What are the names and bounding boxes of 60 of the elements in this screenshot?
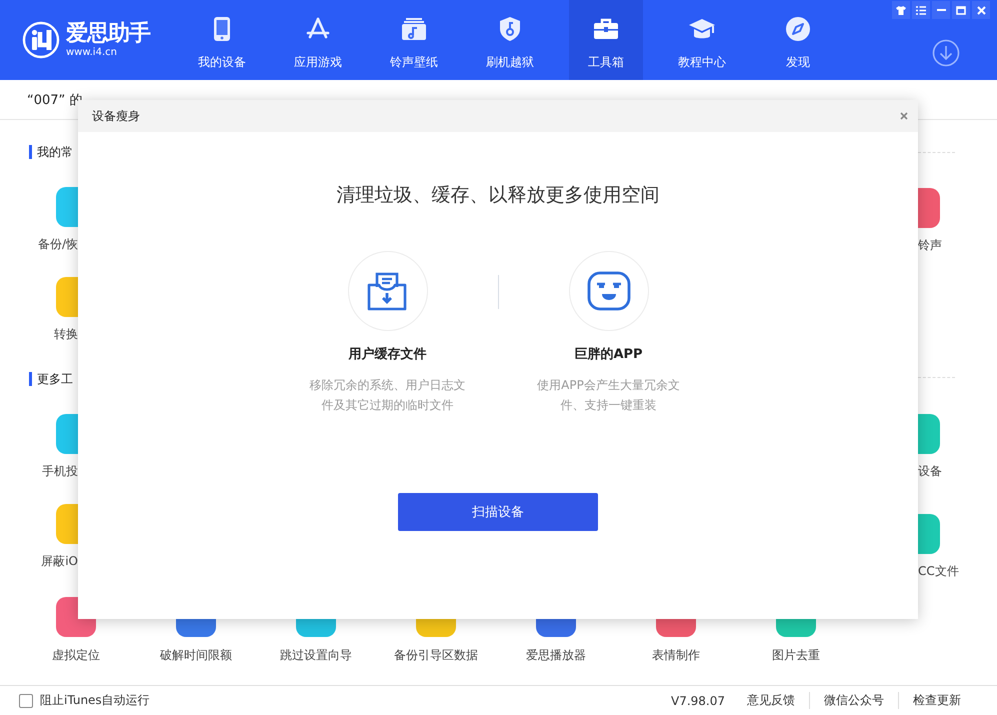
tool-label[interactable]: 备份引导区数据: [394, 648, 478, 662]
feature-title: 用户缓存文件: [348, 346, 426, 363]
nav-tab[interactable]: 工具箱: [569, 0, 643, 80]
graduation-cap-icon: [688, 17, 716, 41]
itunes-checkbox[interactable]: 阻止iTunes自动运行: [19, 692, 150, 709]
footer-link[interactable]: 意见反馈: [747, 692, 809, 709]
inbox-download-icon: [366, 271, 408, 311]
footer-link[interactable]: 检查更新: [898, 692, 975, 709]
face-icon: [586, 271, 630, 311]
nav-tab[interactable]: 教程中心: [665, 0, 739, 80]
nav-tab[interactable]: 我的设备: [185, 0, 259, 80]
close-button[interactable]: [900, 112, 908, 120]
tool-label[interactable]: 跳过设置向导: [280, 648, 352, 662]
nav-tab[interactable]: 发现: [761, 0, 835, 80]
phone-icon: [213, 16, 231, 42]
minimize-icon: [936, 9, 946, 11]
nav-tab[interactable]: 铃声壁纸: [377, 0, 451, 80]
tool-label[interactable]: 设备: [918, 464, 942, 478]
music-icon: [401, 17, 427, 41]
menu-button[interactable]: [912, 1, 930, 19]
tool-label[interactable]: 图片去重: [772, 648, 820, 662]
nav-tab[interactable]: 应用游戏: [281, 0, 355, 80]
toolbox-icon: [593, 17, 619, 41]
nav-tab[interactable]: 刷机越狱: [473, 0, 547, 80]
tool-label[interactable]: 手机投: [42, 464, 78, 478]
tool-label[interactable]: 爱思播放器: [526, 648, 586, 662]
feature-description: 移除冗余的系统、用户日志文件及其它过期的临时文件: [308, 377, 466, 414]
menu-icon: [916, 6, 926, 14]
tool-label[interactable]: 备份/恢: [38, 237, 78, 251]
app-name: 爱思助手: [66, 21, 150, 47]
logo-icon: [22, 21, 60, 59]
close-icon: [900, 112, 908, 120]
feature-title: 巨胖的APP: [574, 346, 643, 363]
close-button[interactable]: [972, 1, 990, 19]
compass-icon: [785, 16, 811, 42]
maximize-icon: [956, 6, 966, 14]
close-icon: [976, 6, 986, 14]
tool-label[interactable]: 屏蔽iO: [41, 554, 78, 568]
skin-button[interactable]: [892, 1, 910, 19]
section-title: 我的常: [37, 144, 73, 160]
app-store-icon: [305, 17, 331, 41]
feature-description: 使用APP会产生大量冗余文件、支持一键重装: [536, 377, 681, 414]
tool-label[interactable]: 转换: [54, 327, 78, 341]
tool-label[interactable]: 虚拟定位: [52, 648, 100, 662]
footer-link[interactable]: 微信公众号: [809, 692, 898, 709]
version-label: V7.98.07: [670, 694, 725, 708]
tool-label[interactable]: 铃声: [918, 238, 942, 252]
tool-label[interactable]: 破解时间限额: [160, 648, 232, 662]
shield-key-icon: [499, 16, 521, 42]
download-icon[interactable]: [932, 39, 960, 67]
dialog-heading: 清理垃圾、缓存、以释放更多使用空间: [336, 183, 660, 208]
dialog-title: 设备瘦身: [92, 108, 140, 124]
shirt-icon: [896, 6, 906, 14]
minimize-button[interactable]: [932, 1, 950, 19]
scan-button[interactable]: 扫描设备: [398, 493, 598, 531]
maximize-button[interactable]: [952, 1, 970, 19]
app-url: www.i4.cn: [66, 47, 118, 59]
tool-label[interactable]: CC文件: [918, 564, 959, 578]
section-title: 更多工: [37, 370, 73, 388]
tool-label[interactable]: 表情制作: [652, 648, 700, 662]
